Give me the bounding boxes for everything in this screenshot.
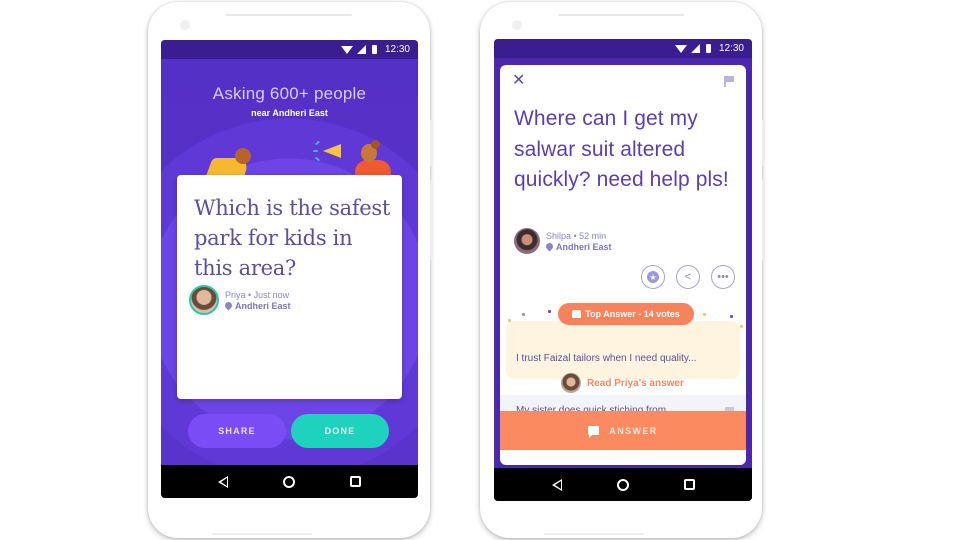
share-icon: < — [684, 271, 692, 283]
answer-button-label: ANSWER — [609, 425, 658, 436]
avatar — [189, 285, 219, 315]
volume-button — [762, 180, 765, 260]
front-camera — [512, 20, 522, 30]
read-answer-label: Read Priya's answer — [587, 377, 684, 389]
question-text: Where can I get my salwar suit altered q… — [514, 107, 729, 191]
location-row: Andheri East — [544, 241, 612, 252]
home-icon[interactable] — [282, 475, 295, 488]
asking-location: near Andheri East — [251, 108, 328, 118]
battery-icon — [705, 44, 711, 53]
star-icon: ★ — [647, 271, 659, 283]
status-time: 12:30 — [718, 43, 744, 54]
navigation-bar — [494, 468, 752, 501]
front-camera — [180, 20, 190, 30]
thumbs-up-icon — [572, 310, 582, 318]
done-button[interactable]: DONE — [291, 414, 389, 448]
volume-button — [430, 180, 433, 260]
status-bar: 12:30 — [494, 39, 752, 58]
avatar — [514, 228, 540, 254]
more-button[interactable]: ••• — [711, 265, 735, 289]
screen-question-detail: 12:30 ✕ Where can I get my salwar suit a… — [494, 39, 752, 501]
speaker-grille — [558, 14, 684, 16]
more-icon: ••• — [717, 271, 729, 283]
recents-icon[interactable] — [349, 476, 361, 487]
recents-icon[interactable] — [683, 479, 695, 490]
comment-icon — [588, 426, 600, 438]
confetti — [548, 310, 551, 313]
status-bar: 12:30 — [161, 40, 418, 59]
question-card[interactable]: Which is the safest park for kids in thi… — [177, 175, 402, 399]
flag-icon[interactable] — [724, 76, 734, 87]
speaker-illustration-icon — [347, 138, 397, 180]
wifi-icon — [674, 44, 687, 53]
avatar — [561, 373, 581, 393]
top-answer-excerpt: I trust Faizal tailors when I need quali… — [516, 353, 697, 364]
power-button — [762, 120, 765, 166]
location-text: Andheri East — [556, 241, 612, 252]
screen-ask: 12:30 Asking 600+ people near Andheri Ea… — [161, 40, 418, 498]
author-meta: Shilpa • 52 min — [546, 230, 607, 241]
location-row: Andheri East — [223, 300, 291, 311]
signal-icon — [690, 44, 700, 53]
top-answer-box[interactable]: I trust Faizal tailors when I need quali… — [506, 321, 740, 393]
confetti — [740, 325, 743, 328]
sound-wave-icon — [313, 150, 318, 152]
close-icon[interactable]: ✕ — [512, 73, 525, 89]
phone-right: 12:30 ✕ Where can I get my salwar suit a… — [480, 2, 765, 538]
share-button[interactable]: < — [676, 265, 700, 289]
top-answer-badge-label: Top Answer - 14 votes — [585, 309, 680, 319]
location-pin-icon — [544, 241, 555, 252]
sound-wave-icon — [314, 156, 321, 162]
top-answer-badge: Top Answer - 14 votes — [558, 303, 694, 325]
sound-wave-icon — [314, 140, 321, 146]
share-button[interactable]: SHARE — [188, 414, 286, 448]
battery-icon — [371, 45, 377, 54]
confetti — [522, 313, 525, 316]
back-icon[interactable] — [551, 478, 562, 491]
asking-title: Asking 600+ people — [212, 84, 367, 103]
stage: 12:30 Asking 600+ people near Andheri Ea… — [0, 0, 960, 540]
power-button — [430, 120, 433, 166]
people-illustration — [161, 132, 418, 180]
wifi-icon — [340, 45, 353, 54]
location-text: Andheri East — [235, 300, 291, 311]
top-answer-section: I trust Faizal tailors when I need quali… — [500, 301, 746, 393]
question-actions: ★ < ••• — [641, 265, 735, 289]
author-row: Priya • Just now Andheri East — [189, 285, 291, 315]
confetti — [703, 313, 706, 316]
location-pin-icon — [223, 300, 234, 311]
author-meta: Priya • Just now — [225, 289, 290, 300]
status-time: 12:30 — [384, 44, 410, 55]
question-text: Which is the safest park for kids in thi… — [194, 196, 391, 280]
star-button[interactable]: ★ — [641, 265, 665, 289]
read-answer-link[interactable]: Read Priya's answer — [561, 373, 684, 393]
phone-left: 12:30 Asking 600+ people near Andheri Ea… — [148, 2, 433, 538]
back-icon[interactable] — [218, 475, 229, 488]
action-buttons: SHARE DONE — [188, 414, 389, 448]
answer-button[interactable]: ANSWER — [500, 411, 746, 450]
megaphone-icon — [323, 144, 341, 158]
question-detail-card: ✕ Where can I get my salwar suit altered… — [500, 65, 746, 465]
speaker-grille — [226, 14, 352, 16]
chin-line — [212, 533, 312, 535]
navigation-bar — [161, 465, 418, 498]
chin-line — [544, 533, 644, 535]
signal-icon — [356, 45, 366, 54]
author-row: Shilpa • 52 min Andheri East — [514, 228, 612, 254]
home-icon[interactable] — [616, 478, 629, 491]
confetti — [730, 315, 733, 318]
listener-illustration-icon — [205, 146, 257, 178]
